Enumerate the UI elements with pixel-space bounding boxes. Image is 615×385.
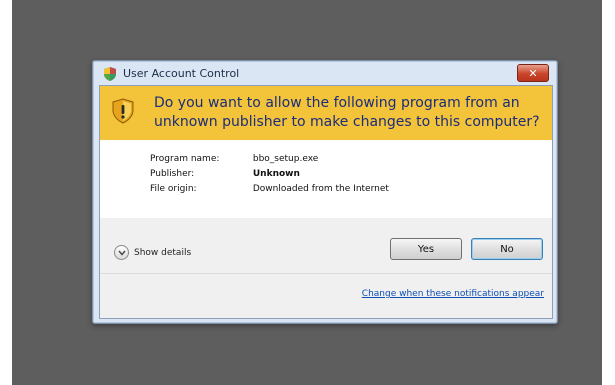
divider xyxy=(100,273,552,274)
show-details-label: Show details xyxy=(134,247,192,258)
warning-shield-icon xyxy=(112,98,134,124)
uac-shield-icon xyxy=(104,67,116,81)
dialog-client-area: Do you want to allow the following progr… xyxy=(99,85,553,319)
show-details-toggle[interactable]: Show details xyxy=(114,245,191,260)
uac-question: Do you want to allow the following progr… xyxy=(154,95,540,130)
publisher-label: Publisher: xyxy=(150,169,195,179)
window-title: User Account Control xyxy=(123,67,240,80)
warning-banner: Do you want to allow the following progr… xyxy=(100,86,552,140)
detail-row-publisher: Publisher: Unknown xyxy=(150,169,300,179)
detail-row-program-name: Program name: bbo_setup.exe xyxy=(150,154,318,164)
program-details: Program name: bbo_setup.exe Publisher: U… xyxy=(100,140,552,218)
detail-row-file-origin: File origin: Downloaded from the Interne… xyxy=(150,184,389,194)
no-button[interactable]: No xyxy=(471,238,543,260)
program-name-label: Program name: xyxy=(150,154,220,164)
close-icon: ✕ xyxy=(528,66,538,80)
close-button[interactable]: ✕ xyxy=(517,64,549,82)
uac-dialog: User Account Control ✕ Do you want to al… xyxy=(92,60,558,324)
chevron-down-icon xyxy=(114,245,129,260)
title-bar: User Account Control ✕ xyxy=(93,61,557,85)
yes-button[interactable]: Yes xyxy=(390,238,462,260)
file-origin-label: File origin: xyxy=(150,184,197,194)
change-notifications-link[interactable]: Change when these notifications appear xyxy=(362,289,544,299)
publisher-value: Unknown xyxy=(252,169,300,179)
program-name-value: bbo_setup.exe xyxy=(252,154,319,164)
file-origin-value: Downloaded from the Internet xyxy=(252,184,389,194)
